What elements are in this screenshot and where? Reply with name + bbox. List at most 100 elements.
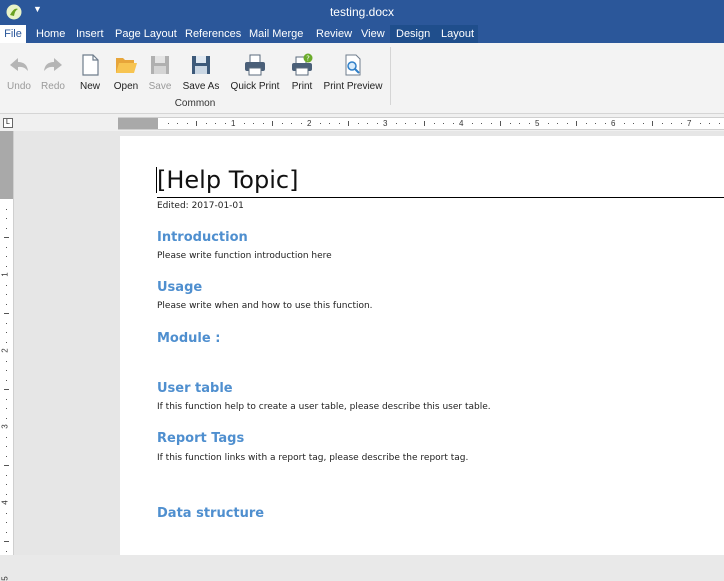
redo-icon	[44, 58, 62, 71]
text-usage: Please write when and how to use this fu…	[157, 301, 373, 311]
save-icon	[151, 56, 169, 74]
save-as-button[interactable]: Save As	[180, 47, 222, 95]
vertical-ruler[interactable]: 1 2 3 4 5	[0, 131, 14, 581]
heading-usage: Usage	[157, 280, 203, 295]
ruler-tick	[6, 246, 7, 248]
ruler-tick	[395, 123, 397, 124]
ruler-tick	[661, 123, 663, 124]
save-button[interactable]: Save	[145, 47, 175, 95]
undo-icon	[10, 58, 28, 71]
ruler-tick	[186, 123, 188, 124]
ruler-tick	[6, 227, 7, 229]
ruler-tick	[6, 398, 7, 400]
ruler-number: 4	[0, 500, 10, 505]
svg-text:?: ?	[306, 55, 310, 63]
heading-user-table: User table	[157, 381, 233, 396]
left-margin-area	[118, 118, 158, 129]
print-button[interactable]: ? Print	[287, 47, 317, 95]
ruler-tick	[623, 123, 625, 124]
ruler-tick	[585, 123, 587, 124]
ruler-tick	[6, 303, 7, 305]
quick-print-icon	[245, 54, 265, 76]
new-button[interactable]: New	[74, 47, 106, 95]
ruler-tick	[319, 123, 321, 124]
tab-stop-selector-icon[interactable]: L	[3, 118, 13, 128]
ruler-tick	[709, 123, 710, 124]
ruler-number: 2	[0, 348, 10, 353]
tab-mail-merge[interactable]: Mail Merge	[244, 25, 308, 43]
ruler-tick	[443, 123, 444, 124]
title-bar: ▼ testing.docx	[0, 0, 724, 25]
ruler-tick	[557, 123, 558, 124]
ruler-tick	[167, 123, 169, 124]
ruler-tick	[272, 121, 273, 126]
tab-review[interactable]: Review	[311, 25, 357, 43]
ruler-tick	[519, 123, 520, 124]
ruler-tick	[4, 313, 9, 314]
ruler-tick	[6, 531, 7, 533]
ruler-tick	[6, 436, 7, 438]
print-icon: ?	[292, 53, 313, 76]
edited-date: Edited: 2017-01-01	[157, 201, 244, 211]
ruler-tick	[6, 455, 7, 457]
ruler-tick	[500, 121, 501, 126]
tab-home[interactable]: Home	[31, 25, 70, 43]
ruler-tick	[481, 123, 482, 124]
ruler-tick	[205, 123, 207, 124]
ruler-tick	[262, 123, 264, 124]
ruler-tick	[6, 294, 7, 295]
ruler-number: 6	[611, 119, 616, 128]
ruler-tick	[718, 123, 720, 124]
ruler-tick	[652, 121, 653, 126]
ruler-number: 3	[0, 424, 10, 429]
ruler-tick	[6, 360, 7, 362]
tab-layout[interactable]: Layout	[436, 25, 479, 43]
top-margin-area	[0, 131, 13, 199]
new-document-icon	[82, 54, 99, 76]
ribbon-tabs: File Home Insert Page Layout References …	[0, 25, 724, 43]
quick-print-button[interactable]: Quick Print	[228, 47, 282, 95]
tab-references[interactable]: References	[180, 25, 246, 43]
undo-button[interactable]: Undo	[2, 47, 36, 95]
title-underline	[157, 197, 724, 198]
ruler-tick	[243, 123, 245, 124]
ruler-tick	[6, 493, 7, 495]
ruler-tick	[509, 123, 511, 124]
ruler-tick	[642, 123, 644, 124]
group-separator	[390, 47, 391, 105]
ruler-tick	[6, 550, 7, 552]
tab-page-layout[interactable]: Page Layout	[110, 25, 182, 43]
ruler-tick	[414, 123, 416, 124]
ruler-tick	[6, 218, 7, 219]
tab-insert[interactable]: Insert	[71, 25, 109, 43]
ruler-number: 2	[307, 119, 312, 128]
ruler-tick	[6, 408, 7, 409]
ribbon-group-label: Common	[174, 98, 216, 109]
heading-introduction: Introduction	[157, 230, 248, 245]
ruler-tick	[177, 123, 178, 124]
ruler-tick	[4, 237, 9, 238]
ruler-tick	[6, 322, 7, 324]
ruler-tick	[699, 123, 701, 124]
ruler-tick	[576, 121, 577, 126]
ruler-tick	[680, 123, 682, 124]
text-user-table: If this function help to create a user t…	[157, 402, 491, 412]
save-as-icon	[192, 56, 210, 74]
ruler-tick	[4, 465, 9, 466]
open-button[interactable]: Open	[109, 47, 143, 95]
tab-file[interactable]: File	[0, 25, 26, 43]
heading-report-tags: Report Tags	[157, 431, 245, 446]
tab-view[interactable]: View	[356, 25, 390, 43]
window-title: testing.docx	[329, 5, 395, 19]
redo-button[interactable]: Redo	[36, 47, 70, 95]
ruler-tick	[6, 446, 7, 447]
print-preview-button[interactable]: Print Preview	[322, 47, 384, 95]
ruler-tick	[424, 121, 425, 126]
ruler-tick	[6, 370, 7, 371]
ruler-tick	[357, 123, 359, 124]
tab-design[interactable]: Design	[391, 25, 435, 43]
help-topic-title: [Help Topic]	[157, 166, 299, 194]
ruler-tick	[291, 123, 292, 124]
horizontal-ruler[interactable]: 1 2 3 4 5 6 7	[118, 117, 724, 130]
ruler-tick	[224, 123, 226, 124]
